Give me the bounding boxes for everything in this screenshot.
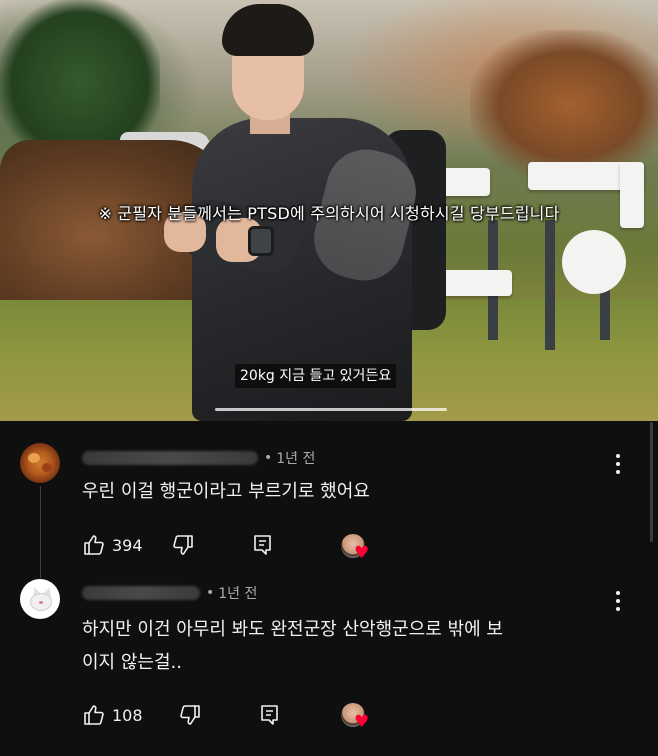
comment-time: 1년 전 bbox=[218, 586, 258, 602]
comment-meta: ●●●●●●●●●●●● • 1년 전 bbox=[82, 447, 315, 469]
background-autumn-tree bbox=[470, 30, 658, 180]
thumbs-up-icon bbox=[84, 535, 104, 555]
hair bbox=[222, 4, 314, 56]
comment-meta: ●●●●●●●●●● • 1년 전 bbox=[82, 582, 257, 604]
comment-text: 하지만 이건 아무리 봐도 완전군장 산악행군으로 밖에 보 이지 않는걸.. bbox=[82, 613, 503, 679]
like-count: 108 bbox=[112, 705, 143, 725]
reply-button[interactable] bbox=[249, 531, 277, 559]
heart-icon: ♥ bbox=[354, 543, 370, 563]
more-options-icon[interactable] bbox=[608, 589, 628, 613]
like-count: 394 bbox=[112, 535, 143, 555]
comment-text: 우린 이걸 행군이라고 부르기로 했어요 bbox=[82, 475, 370, 508]
separator-dot: • bbox=[206, 585, 215, 601]
thumbs-up-icon bbox=[84, 705, 104, 725]
comment-text-line: 이지 않는걸.. bbox=[82, 652, 182, 673]
comment-text-line: 우린 이걸 행군이라고 부르기로 했어요 bbox=[82, 481, 370, 502]
fried-chicken-avatar-icon[interactable] bbox=[20, 443, 60, 483]
comment-author[interactable]: ●●●●●●●●●●●● bbox=[82, 451, 258, 465]
more-options-icon[interactable] bbox=[608, 452, 628, 476]
reply-comment-icon bbox=[253, 535, 271, 555]
thumbs-down-icon bbox=[172, 535, 193, 555]
comment-text-line: 하지만 이건 아무리 봐도 완전군장 산악행군으로 밖에 보 bbox=[82, 619, 503, 640]
video-caption: 20kg 지금 들고 있거든요 bbox=[235, 364, 397, 388]
separator-dot: • bbox=[264, 450, 273, 466]
dislike-button[interactable] bbox=[169, 531, 197, 559]
creator-heart-badge: ♥ bbox=[341, 534, 371, 564]
background-tree bbox=[0, 0, 160, 150]
thumbs-down-icon bbox=[179, 705, 200, 725]
scrollbar[interactable] bbox=[650, 422, 653, 542]
reply-button[interactable] bbox=[256, 701, 284, 729]
heart-icon: ♥ bbox=[354, 712, 370, 732]
comment-actions: 108 bbox=[80, 700, 284, 730]
sign-letter-circle bbox=[562, 230, 626, 294]
like-button[interactable] bbox=[80, 531, 108, 559]
video-notice-text: ※ 군필자 분들께서는 PTSD에 주의하시어 시청하시길 당부드립니다 bbox=[98, 204, 560, 223]
white-cat-avatar-icon[interactable] bbox=[20, 579, 60, 619]
reply-thread-line bbox=[40, 486, 41, 578]
sign-post bbox=[545, 220, 555, 350]
comment-time: 1년 전 bbox=[276, 451, 316, 467]
video-progress-bar[interactable] bbox=[215, 408, 447, 411]
reply-comment-icon bbox=[260, 705, 278, 725]
comment-actions: 394 bbox=[80, 530, 277, 560]
dislike-button[interactable] bbox=[176, 701, 204, 729]
comment-author[interactable]: ●●●●●●●●●● bbox=[82, 586, 200, 600]
creator-heart-badge: ♥ bbox=[341, 703, 371, 733]
smartwatch bbox=[248, 226, 274, 256]
like-button[interactable] bbox=[80, 701, 108, 729]
video-player[interactable]: ※ 군필자 분들께서는 PTSD에 주의하시어 시청하시길 당부드립니다 20k… bbox=[0, 0, 658, 421]
